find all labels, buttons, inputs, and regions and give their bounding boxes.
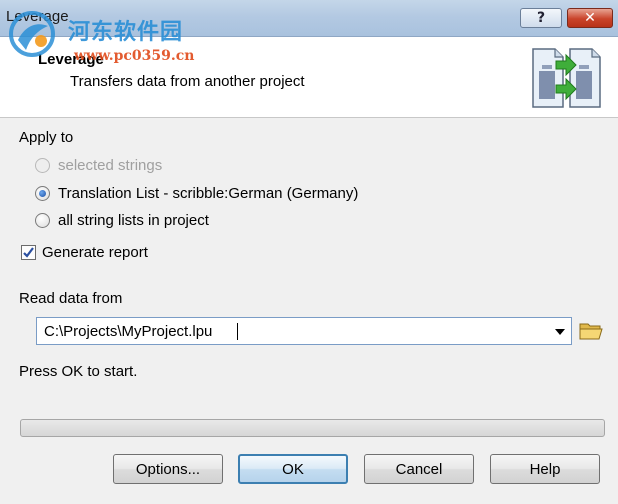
folder-icon[interactable] bbox=[578, 318, 604, 342]
status-text: Press OK to start. bbox=[19, 363, 138, 380]
checkmark-icon bbox=[23, 247, 34, 258]
radio-selected-strings-label: selected strings bbox=[58, 157, 163, 174]
read-data-combobox[interactable]: C:\Projects\MyProject.lpu bbox=[36, 317, 572, 345]
radio-translation-list[interactable] bbox=[35, 186, 50, 201]
leverage-transfer-icon bbox=[532, 48, 601, 108]
header-title: Leverage bbox=[38, 51, 104, 68]
help-icon: ? bbox=[536, 10, 546, 26]
help-button[interactable]: Help bbox=[490, 454, 600, 484]
dialog-header: Leverage Transfers data from another pro… bbox=[0, 37, 618, 118]
generate-report-label: Generate report bbox=[42, 244, 148, 261]
close-icon: ✕ bbox=[584, 10, 596, 26]
close-button[interactable]: ✕ bbox=[567, 8, 613, 28]
radio-all-string-lists[interactable] bbox=[35, 213, 50, 228]
text-caret bbox=[237, 323, 238, 340]
chevron-down-icon[interactable] bbox=[555, 329, 565, 335]
cancel-button[interactable]: Cancel bbox=[364, 454, 474, 484]
apply-to-label: Apply to bbox=[19, 129, 74, 146]
window-title: Leverage bbox=[6, 8, 69, 25]
radio-selected-dot bbox=[39, 190, 46, 197]
radio-translation-list-label: Translation List - scribble:German (Germ… bbox=[58, 185, 359, 202]
read-data-label: Read data from bbox=[19, 290, 123, 307]
ok-button[interactable]: OK bbox=[238, 454, 348, 484]
progress-bar bbox=[20, 419, 605, 437]
read-data-path: C:\Projects\MyProject.lpu bbox=[44, 323, 213, 340]
options-button[interactable]: Options... bbox=[113, 454, 223, 484]
radio-selected-strings[interactable] bbox=[35, 158, 50, 173]
header-subtitle: Transfers data from another project bbox=[70, 73, 305, 90]
title-bar: Leverage ? ✕ bbox=[0, 0, 618, 37]
help-title-button[interactable]: ? bbox=[520, 8, 562, 28]
radio-all-string-lists-label: all string lists in project bbox=[58, 212, 209, 229]
generate-report-checkbox[interactable] bbox=[21, 245, 36, 260]
